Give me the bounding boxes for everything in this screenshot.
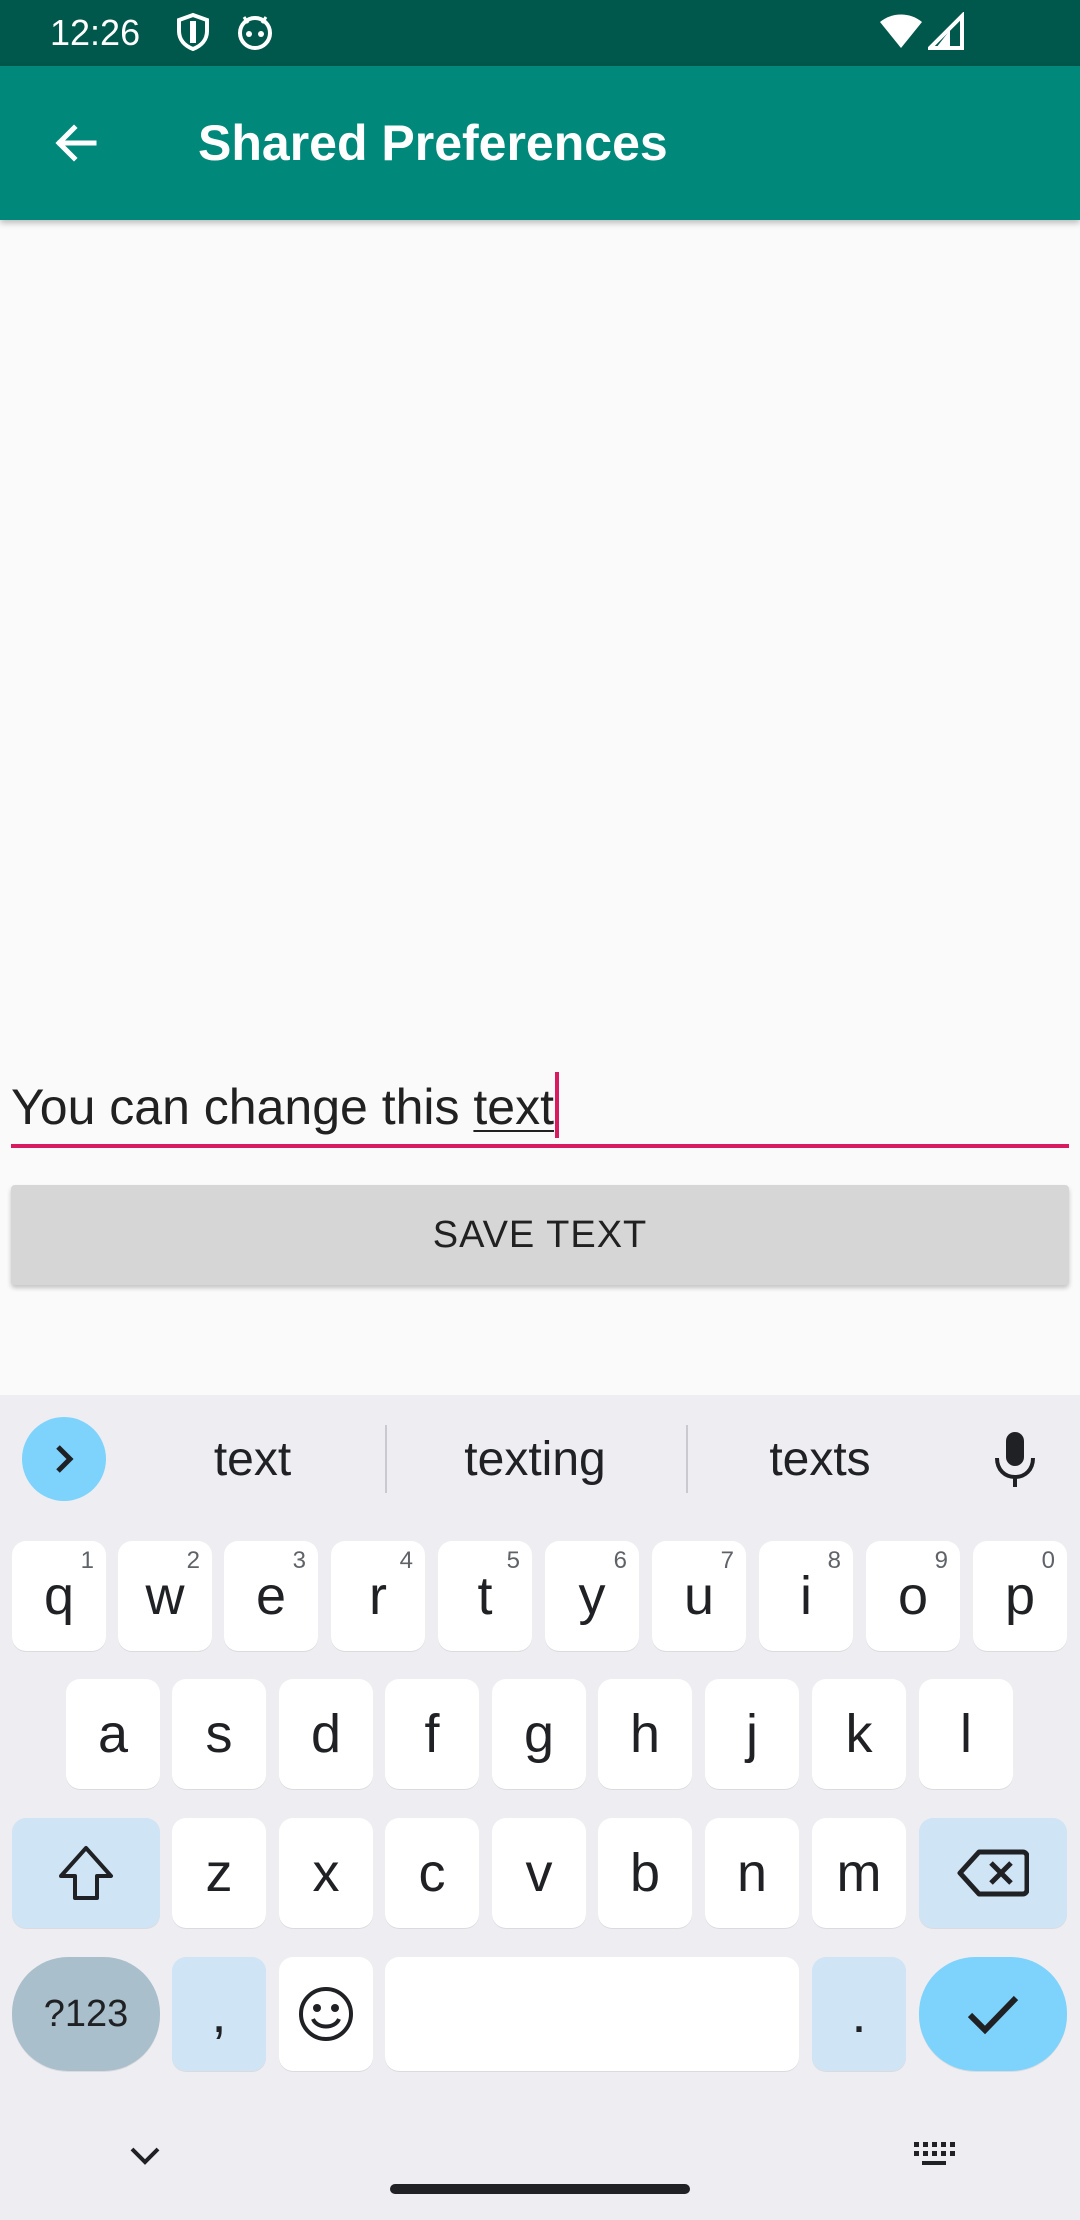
key-c[interactable]: c — [385, 1818, 479, 1928]
key-hint: 0 — [1041, 1547, 1055, 1574]
back-arrow-icon — [55, 124, 97, 162]
key-j[interactable]: j — [705, 1679, 799, 1789]
microphone-button[interactable] — [985, 1420, 1045, 1500]
key-hint: 7 — [720, 1547, 734, 1574]
key-h[interactable]: h — [598, 1679, 692, 1789]
key-v[interactable]: v — [492, 1818, 586, 1928]
key-s[interactable]: s — [172, 1679, 266, 1789]
key-b[interactable]: b — [598, 1818, 692, 1928]
key-label: y — [578, 1566, 606, 1626]
key-i[interactable]: i8 — [759, 1541, 853, 1651]
key-label: r — [369, 1566, 387, 1626]
keyboard-switch-button[interactable] — [910, 2138, 958, 2175]
key-u[interactable]: u7 — [652, 1541, 746, 1651]
status-time: 12:26 — [50, 12, 141, 53]
key-label: w — [145, 1566, 185, 1626]
text-input-composing-word: text — [473, 1079, 554, 1135]
chevron-down-icon — [130, 2147, 160, 2165]
key-a[interactable]: a — [66, 1679, 160, 1789]
suggestion-divider — [385, 1425, 387, 1493]
keyboard-icon — [914, 2142, 955, 2165]
text-cursor — [555, 1072, 559, 1138]
microphone-icon — [995, 1432, 1035, 1487]
shift-key[interactable] — [12, 1818, 160, 1928]
key-label: t — [477, 1566, 493, 1626]
period-key[interactable]: . — [812, 1957, 906, 2071]
key-label: p — [1004, 1566, 1036, 1626]
key-p[interactable]: p0 — [973, 1541, 1067, 1651]
key-hint: 5 — [506, 1547, 520, 1574]
key-r[interactable]: r4 — [331, 1541, 425, 1651]
key-hint: 1 — [80, 1547, 94, 1574]
app-bar: Shared Preferences — [0, 66, 1080, 220]
hide-keyboard-button[interactable] — [127, 2144, 163, 2173]
key-t[interactable]: t5 — [438, 1541, 532, 1651]
save-text-button[interactable]: SAVE TEXT — [11, 1185, 1069, 1285]
key-d[interactable]: d — [279, 1679, 373, 1789]
key-l[interactable]: l — [919, 1679, 1013, 1789]
text-input-value: You can change this text — [11, 1072, 559, 1138]
key-x[interactable]: x — [279, 1818, 373, 1928]
key-z[interactable]: z — [172, 1818, 266, 1928]
navigation-bar — [0, 2110, 1080, 2220]
key-hint: 2 — [186, 1547, 200, 1574]
key-hint: 9 — [934, 1547, 948, 1574]
soft-keyboard: text texting texts — [0, 1395, 1080, 2220]
key-k[interactable]: k — [812, 1679, 906, 1789]
text-input-prefix: You can change this — [11, 1079, 474, 1135]
back-button[interactable] — [36, 103, 116, 183]
android-icon — [236, 12, 274, 57]
symbols-key[interactable]: ?123 — [12, 1957, 160, 2071]
shift-arrow-icon — [59, 1846, 113, 1900]
suggestion-item[interactable]: texts — [715, 1431, 925, 1489]
suggestion-divider — [686, 1425, 688, 1493]
key-hint: 6 — [613, 1547, 627, 1574]
key-label: q — [43, 1566, 75, 1626]
status-bar: 12:26 — [0, 0, 1080, 66]
key-n[interactable]: n — [705, 1818, 799, 1928]
enter-key[interactable] — [919, 1957, 1067, 2071]
emoji-key[interactable] — [279, 1957, 373, 2071]
key-hint: 4 — [399, 1547, 413, 1574]
expand-toolbar-button[interactable] — [22, 1417, 106, 1501]
signal-icon — [925, 11, 964, 57]
key-g[interactable]: g — [492, 1679, 586, 1789]
backspace-key[interactable] — [919, 1818, 1067, 1928]
page-title: Shared Preferences — [198, 115, 668, 171]
chevron-right-icon — [56, 1445, 74, 1473]
key-label: u — [683, 1566, 715, 1626]
key-label: e — [255, 1566, 287, 1626]
suggestion-item[interactable]: texting — [410, 1431, 660, 1489]
key-label: i — [800, 1566, 812, 1626]
home-indicator[interactable] — [390, 2184, 690, 2194]
check-icon — [967, 1995, 1019, 2035]
key-o[interactable]: o9 — [866, 1541, 960, 1651]
key-y[interactable]: y6 — [545, 1541, 639, 1651]
suggestion-item[interactable]: text — [150, 1431, 355, 1489]
key-e[interactable]: e3 — [224, 1541, 318, 1651]
space-key[interactable] — [385, 1957, 799, 2071]
key-label: o — [897, 1566, 929, 1626]
text-input-field[interactable]: You can change this text — [11, 1060, 1069, 1148]
comma-key[interactable]: , — [172, 1957, 266, 2071]
key-f[interactable]: f — [385, 1679, 479, 1789]
key-hint: 8 — [827, 1547, 841, 1574]
key-q[interactable]: q1 — [12, 1541, 106, 1651]
key-hint: 3 — [292, 1547, 306, 1574]
emoji-icon — [299, 1987, 353, 2041]
key-w[interactable]: w2 — [118, 1541, 212, 1651]
key-m[interactable]: m — [812, 1818, 906, 1928]
backspace-icon — [957, 1849, 1029, 1897]
shield-icon — [175, 12, 211, 57]
wifi-icon — [878, 12, 924, 57]
